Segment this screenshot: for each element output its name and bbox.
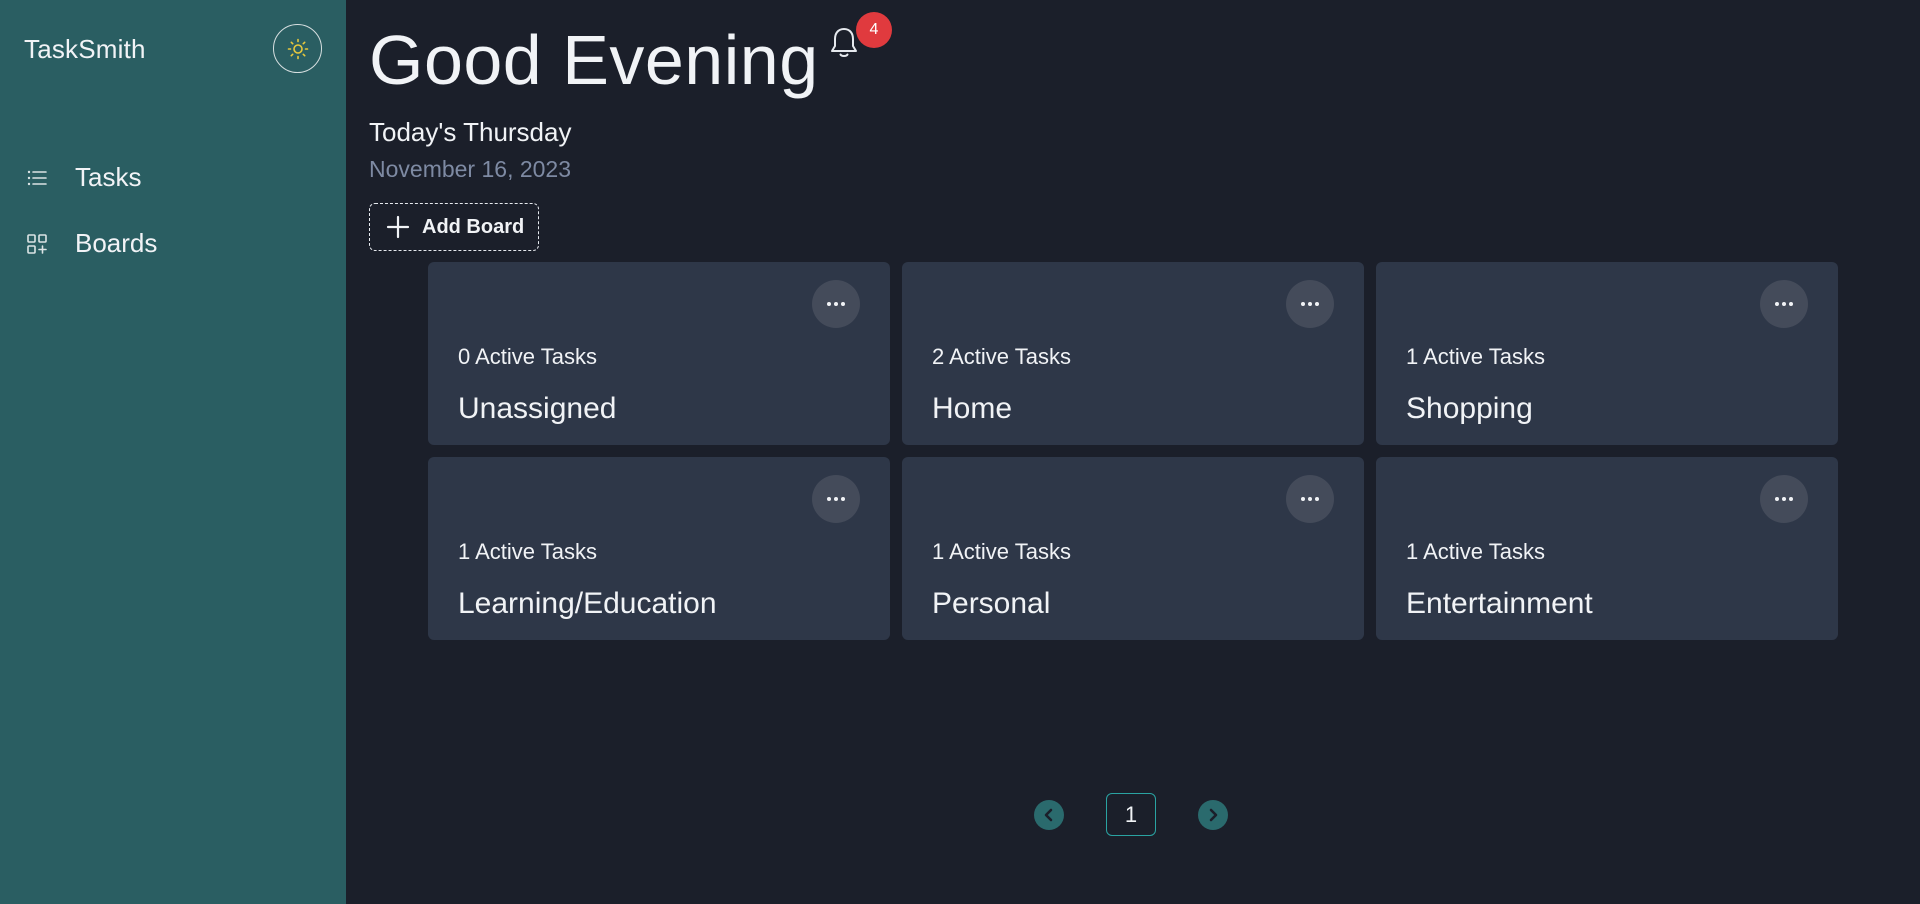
theme-toggle-button[interactable]	[273, 24, 322, 73]
board-menu-button[interactable]	[1286, 280, 1334, 328]
board-card[interactable]: 1 Active Tasks Entertainment	[1376, 457, 1838, 640]
board-card[interactable]: 2 Active Tasks Home	[902, 262, 1364, 445]
board-menu-button[interactable]	[812, 280, 860, 328]
more-horizontal-icon	[827, 302, 845, 306]
more-horizontal-icon	[827, 497, 845, 501]
board-card[interactable]: 0 Active Tasks Unassigned	[428, 262, 890, 445]
board-name: Unassigned	[458, 392, 617, 425]
page-number-button[interactable]: 1	[1106, 793, 1156, 836]
add-board-button[interactable]: Add Board	[369, 203, 539, 251]
sidebar-item-boards[interactable]: Boards	[24, 228, 157, 259]
more-horizontal-icon	[1301, 302, 1319, 306]
page-title: Good Evening	[369, 21, 819, 99]
board-name: Shopping	[1406, 392, 1533, 425]
board-card[interactable]: 1 Active Tasks Learning/Education	[428, 457, 890, 640]
grid-plus-icon	[24, 231, 50, 257]
sidebar: TaskSmith Tasks Boards	[0, 0, 346, 904]
date-label: November 16, 2023	[369, 156, 572, 182]
day-label: Today's Thursday	[369, 117, 572, 147]
board-name: Entertainment	[1406, 587, 1593, 620]
board-active-count: 2 Active Tasks	[932, 344, 1071, 369]
board-name: Learning/Education	[458, 587, 717, 620]
plus-icon	[386, 215, 410, 239]
board-menu-button[interactable]	[1286, 475, 1334, 523]
sun-icon	[287, 38, 308, 59]
add-board-label: Add Board	[422, 215, 525, 238]
board-card[interactable]: 1 Active Tasks Personal	[902, 457, 1364, 640]
board-name: Home	[932, 392, 1013, 425]
list-icon	[24, 165, 50, 191]
main-content: Good Evening 4 Today's Thursday November…	[346, 0, 1920, 904]
board-active-count: 0 Active Tasks	[458, 344, 597, 369]
board-card[interactable]: 1 Active Tasks Shopping	[1376, 262, 1838, 445]
board-menu-button[interactable]	[1760, 475, 1808, 523]
notification-count-badge: 4	[856, 12, 892, 48]
sidebar-item-label: Boards	[75, 228, 158, 258]
boards-grid: 0 Active Tasks Unassigned 2 Active Tasks…	[428, 262, 1838, 640]
board-menu-button[interactable]	[1760, 280, 1808, 328]
more-horizontal-icon	[1775, 302, 1793, 306]
board-menu-button[interactable]	[812, 475, 860, 523]
board-active-count: 1 Active Tasks	[1406, 539, 1545, 564]
chevron-right-icon	[1209, 808, 1218, 821]
more-horizontal-icon	[1775, 497, 1793, 501]
chevron-left-icon	[1044, 808, 1053, 821]
more-horizontal-icon	[1301, 497, 1319, 501]
app-logo-text: TaskSmith	[24, 34, 146, 64]
board-name: Personal	[932, 587, 1051, 620]
pagination: 1	[1034, 793, 1228, 836]
next-page-button[interactable]	[1198, 799, 1228, 830]
sidebar-item-tasks[interactable]: Tasks	[24, 162, 141, 193]
app-root: TaskSmith Tasks Boards Good Evening 4 To…	[0, 0, 1920, 904]
board-active-count: 1 Active Tasks	[932, 539, 1071, 564]
previous-page-button[interactable]	[1034, 799, 1064, 830]
board-active-count: 1 Active Tasks	[1406, 344, 1545, 369]
board-active-count: 1 Active Tasks	[458, 539, 597, 564]
sidebar-item-label: Tasks	[75, 162, 142, 192]
